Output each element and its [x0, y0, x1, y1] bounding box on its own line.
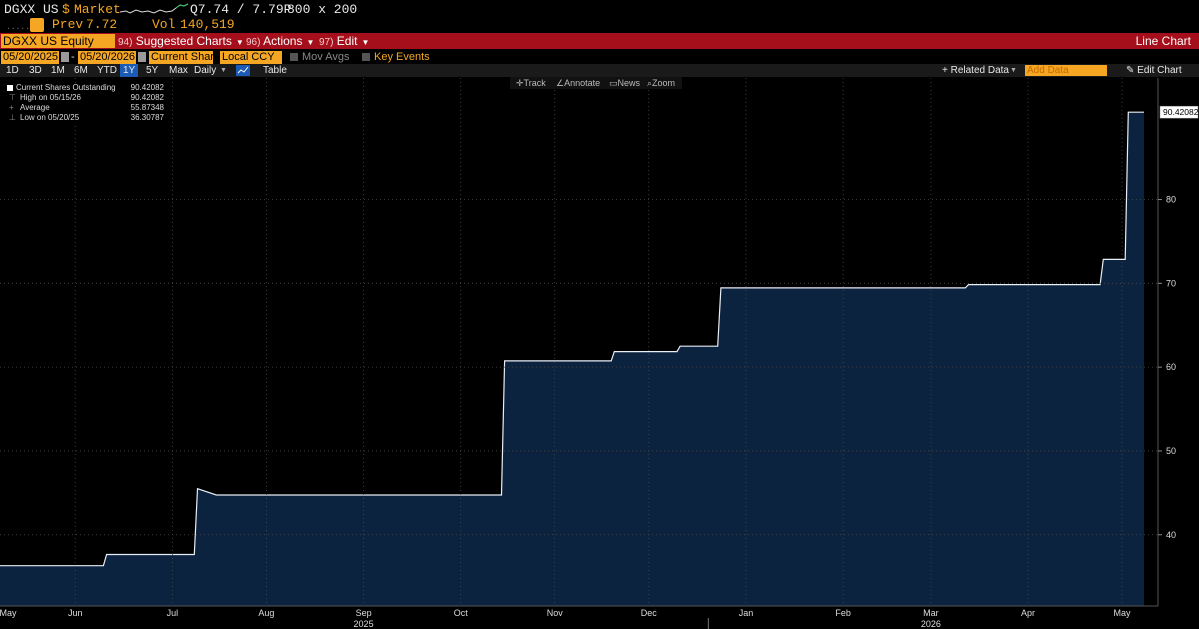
- legend-low-value: 36.30787: [130, 113, 164, 122]
- legend-series-label: Current Shares Outstanding: [16, 83, 116, 92]
- track-tool[interactable]: ✛ Track: [516, 77, 546, 89]
- legend-high-label: High on 05/15/26: [20, 93, 81, 102]
- zoom-label: Zoom: [652, 78, 676, 88]
- last-value-label: 90.42082: [1163, 107, 1199, 117]
- legend-low-row: ⊥ Low on 05/20/25 36.30787: [6, 113, 166, 123]
- y-tick-label: 80: [1166, 195, 1176, 205]
- x-month-label: Oct: [454, 608, 469, 618]
- x-month-label: Feb: [835, 608, 851, 618]
- x-month-label: May: [0, 608, 17, 618]
- chart-interaction-toolbar: ✛ Track ∠ Annotate ▭ News ⌕ Zoom: [510, 77, 682, 89]
- x-month-label: Jul: [167, 608, 179, 618]
- y-tick-label: 60: [1166, 362, 1176, 372]
- chart-legend[interactable]: Current Shares Outstanding 90.42082 ⊤ Hi…: [6, 83, 166, 125]
- legend-average-value: 55.87348: [130, 103, 164, 112]
- legend-average-row: + Average 55.87348: [6, 103, 166, 113]
- high-marker-icon: ⊤: [9, 93, 16, 102]
- x-month-label: Dec: [641, 608, 658, 618]
- annotate-label: Annotate: [564, 78, 601, 88]
- x-year-label: 2026: [921, 619, 941, 629]
- annotate-tool[interactable]: ∠ Annotate: [556, 77, 600, 89]
- x-month-label: Jun: [68, 608, 83, 618]
- legend-average-label: Average: [20, 103, 50, 112]
- x-month-label: Mar: [923, 608, 939, 618]
- x-month-label: Jan: [739, 608, 754, 618]
- average-marker-icon: +: [9, 103, 14, 112]
- legend-series-row[interactable]: Current Shares Outstanding 90.42082: [6, 83, 166, 93]
- legend-high-row: ⊤ High on 05/15/26 90.42082: [6, 93, 166, 103]
- x-year-label: 2025: [354, 619, 374, 629]
- y-tick-label: 40: [1166, 530, 1176, 540]
- legend-series-value: 90.42082: [130, 83, 164, 92]
- shares-outstanding-chart[interactable]: 40 50 60 70 80 90.42082 May Jun Jul Aug Sep Oct Nov D…: [0, 0, 1199, 629]
- x-month-label: Aug: [258, 608, 274, 618]
- news-label: News: [617, 78, 641, 88]
- low-marker-icon: ⊥: [9, 113, 16, 122]
- news-tool[interactable]: ▭ News: [609, 77, 640, 89]
- x-month-label: Sep: [356, 608, 372, 618]
- x-month-label: Apr: [1021, 608, 1035, 618]
- legend-low-label: Low on 05/20/25: [20, 113, 80, 122]
- y-tick-label: 70: [1166, 278, 1176, 288]
- legend-high-value: 90.42082: [130, 93, 164, 102]
- zoom-tool[interactable]: ⌕ Zoom: [647, 77, 675, 89]
- series-swatch: [7, 85, 13, 91]
- y-tick-label: 50: [1166, 446, 1176, 456]
- x-month-label: Nov: [547, 608, 564, 618]
- track-label: Track: [523, 78, 546, 88]
- x-month-label: May: [1114, 608, 1132, 618]
